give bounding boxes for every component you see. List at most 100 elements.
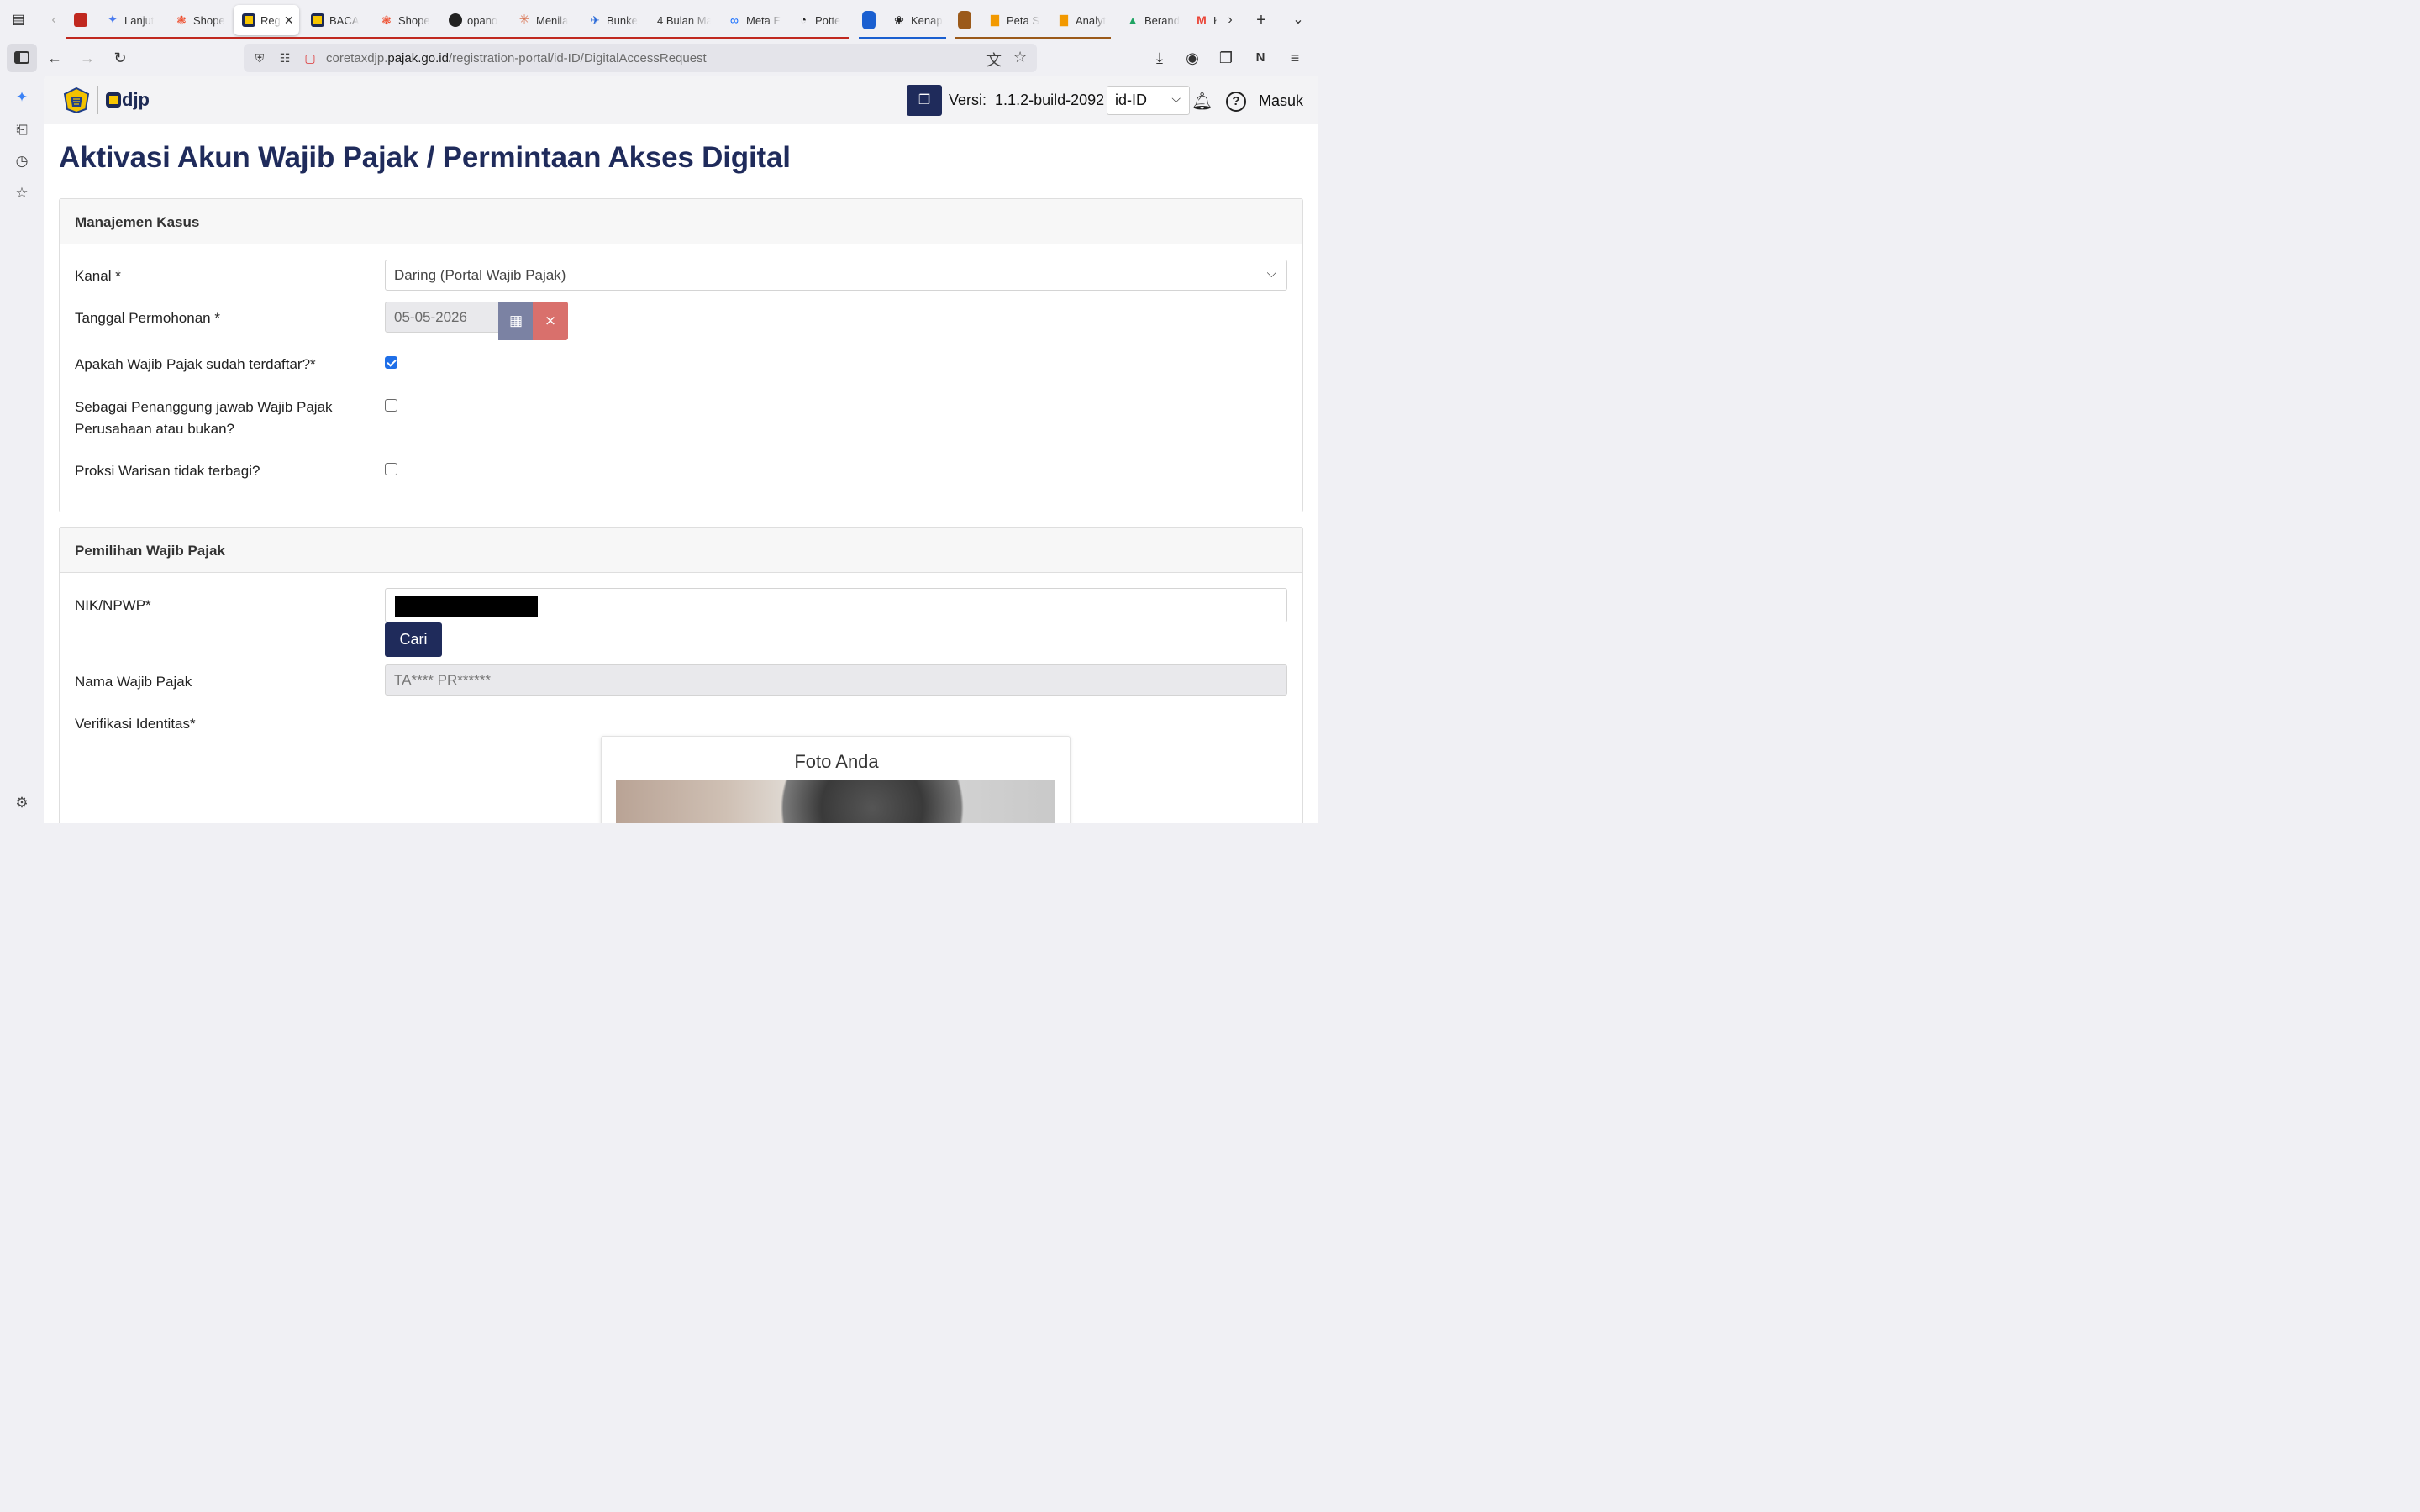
github-icon bbox=[449, 13, 462, 27]
tab-7[interactable]: ✳ Menila bbox=[509, 5, 573, 35]
potter-icon: ◔ bbox=[800, 13, 807, 26]
penanggung-jawab-label: Sebagai Penanggung jawab Wajib Pajak Peru… bbox=[75, 399, 333, 437]
tab-group-underline-blue bbox=[859, 37, 946, 39]
navigation-bar: ← → ↻ ⛨ ☷ ▢ coretaxdjp.pajak.go.id/regis… bbox=[0, 40, 1318, 76]
login-link[interactable]: Masuk bbox=[1259, 92, 1303, 110]
ai-sparkle-icon[interactable]: ✦ bbox=[12, 87, 32, 108]
copy-button[interactable]: ❐ bbox=[907, 85, 942, 116]
url-text[interactable]: coretaxdjp.pajak.go.id/registration-port… bbox=[326, 51, 707, 66]
tab-17[interactable]: ▲ Berand bbox=[1118, 5, 1183, 35]
extension-circle-icon[interactable]: ◉ bbox=[1181, 47, 1203, 69]
case-management-heading: Manajemen Kasus bbox=[60, 199, 1302, 244]
tab-14[interactable] bbox=[950, 5, 983, 35]
language-select[interactable]: id-ID ⌵ bbox=[1107, 86, 1190, 115]
blue-square-icon bbox=[862, 11, 876, 29]
filter-clear-icon: ⨯ bbox=[544, 312, 557, 328]
kanal-label: Kanal * bbox=[75, 268, 121, 284]
app-header: djp ❐ Versi: 1.1.2-build-2092 id-ID ⌵ 🔔︎ … bbox=[44, 76, 1318, 124]
tab-11[interactable]: ◔ Potte bbox=[788, 5, 850, 35]
permissions-icon[interactable]: ☷ bbox=[276, 51, 294, 66]
tab-2[interactable]: ❃ Shope bbox=[166, 5, 227, 35]
tab-0[interactable] bbox=[66, 5, 96, 35]
extensions-puzzle-icon[interactable]: ❐ bbox=[1215, 47, 1237, 69]
tab-12[interactable] bbox=[854, 5, 887, 35]
shield-icon[interactable]: ⛨ bbox=[250, 51, 269, 66]
calendar-button[interactable]: ▦ bbox=[498, 302, 534, 340]
tab-4[interactable]: BACA bbox=[302, 5, 366, 35]
photo-title: Foto Anda bbox=[794, 751, 879, 772]
shopee-icon: ❃ bbox=[381, 13, 392, 27]
notion-icon[interactable]: N bbox=[1249, 47, 1271, 69]
tab-scroll-right-icon[interactable]: › bbox=[1222, 12, 1239, 29]
drive-icon: ▲ bbox=[1127, 13, 1139, 27]
close-tab-icon[interactable]: ✕ bbox=[284, 13, 294, 28]
bookmark-star-icon[interactable]: ☆ bbox=[1013, 49, 1027, 66]
camera-blocked-icon[interactable]: ▢ bbox=[301, 51, 319, 66]
browser-sidebar: ✦ ⎗ ◷ ☆ ⚙ bbox=[0, 76, 44, 823]
redacted-value bbox=[395, 596, 538, 617]
user-photo bbox=[616, 780, 1055, 823]
bunker-icon: ✈ bbox=[590, 13, 600, 27]
nik-npwp-input[interactable] bbox=[385, 588, 1287, 622]
notification-bell-icon[interactable]: 🔔︎ bbox=[1192, 91, 1213, 112]
djp-logo-square-icon bbox=[106, 92, 121, 108]
analytics-icon: ▇ bbox=[991, 13, 999, 26]
url-bar[interactable]: ⛨ ☷ ▢ coretaxdjp.pajak.go.id/registratio… bbox=[244, 44, 1037, 72]
version-info: Versi: 1.1.2-build-2092 bbox=[949, 92, 1105, 108]
tab-overview-icon[interactable]: ▤ bbox=[10, 12, 27, 29]
translate-icon[interactable]: 文 bbox=[986, 49, 1002, 71]
red-square-icon bbox=[74, 13, 87, 27]
back-icon[interactable]: ← bbox=[44, 47, 66, 69]
tab-15[interactable]: ▇ Peta S bbox=[980, 5, 1044, 35]
meta-icon: ∞ bbox=[730, 13, 739, 27]
list-tabs-chevron-icon[interactable]: ⌄ bbox=[1290, 12, 1307, 29]
taxpayer-selection-heading: Pemilihan Wajib Pajak bbox=[60, 528, 1302, 573]
djp-logo: djp bbox=[106, 89, 150, 111]
bookmarks-star-icon[interactable]: ☆ bbox=[12, 183, 32, 203]
proksi-warisan-checkbox[interactable] bbox=[385, 463, 397, 475]
nama-wajib-pajak-field: TA**** PR****** bbox=[385, 664, 1287, 696]
chevron-down-icon: ⌵ bbox=[1171, 92, 1181, 105]
history-icon[interactable]: ◷ bbox=[12, 151, 32, 171]
tab-9[interactable]: 4 Bulan Ma bbox=[649, 5, 711, 35]
downloads-icon[interactable]: ⤓ bbox=[1149, 47, 1171, 69]
settings-gear-icon[interactable]: ⚙ bbox=[12, 793, 32, 813]
copy-icon: ❐ bbox=[918, 93, 931, 108]
tanggal-permohonan-input[interactable]: 05-05-2026 bbox=[385, 302, 499, 333]
page-title: Aktivasi Akun Wajib Pajak / Permintaan A… bbox=[59, 141, 791, 174]
sidebar-toggle-icon[interactable] bbox=[7, 44, 37, 72]
penanggung-jawab-checkbox[interactable] bbox=[385, 399, 397, 412]
new-tab-icon[interactable]: + bbox=[1253, 12, 1270, 29]
tab-strip: ▤ ‹ ✦ Lanjut ❃ Shope Reg ✕ BACA ❃ Shope opan… bbox=[0, 0, 1318, 40]
tab-16[interactable]: ▇ Analyt bbox=[1049, 5, 1113, 35]
tab-13[interactable]: ❀ Kenap bbox=[884, 5, 948, 35]
menu-icon[interactable]: ≡ bbox=[1284, 47, 1306, 69]
clear-filter-button[interactable]: ⨯ bbox=[533, 302, 568, 340]
tab-8[interactable]: ✈ Bunke bbox=[580, 5, 642, 35]
gemini-sparkle-icon: ✦ bbox=[107, 13, 118, 27]
synced-tabs-icon[interactable]: ⎗ bbox=[12, 119, 32, 139]
verifikasi-identitas-label: Verifikasi Identitas* bbox=[75, 716, 196, 732]
nik-npwp-label: NIK/NPWP* bbox=[75, 597, 151, 613]
chevron-down-icon: ⌵ bbox=[1266, 266, 1276, 281]
kanal-select[interactable]: Daring (Portal Wajib Pajak) ⌵ bbox=[385, 260, 1287, 291]
proksi-warisan-label: Proksi Warisan tidak terbagi? bbox=[75, 463, 260, 479]
tab-10[interactable]: ∞ Meta E bbox=[719, 5, 781, 35]
tab-group-underline-red bbox=[66, 37, 849, 39]
gmail-icon: M bbox=[1197, 13, 1207, 27]
brown-square-icon bbox=[958, 11, 971, 29]
forward-icon[interactable]: → bbox=[76, 47, 98, 69]
coretax-icon bbox=[242, 13, 255, 27]
tab-1[interactable]: ✦ Lanjut bbox=[97, 5, 161, 35]
photo-card: Foto Anda bbox=[601, 736, 1071, 823]
tab-3-active[interactable]: Reg ✕ bbox=[234, 5, 299, 35]
help-icon[interactable]: ? bbox=[1226, 92, 1246, 112]
reload-icon[interactable]: ↻ bbox=[109, 47, 131, 69]
tab-18[interactable]: MK bbox=[1186, 5, 1217, 35]
tab-group-underline-brown bbox=[955, 37, 1111, 39]
terdaftar-checkbox[interactable] bbox=[385, 356, 397, 369]
tab-6[interactable]: opano bbox=[440, 5, 502, 35]
cari-button[interactable]: Cari bbox=[385, 622, 442, 657]
tab-scroll-left-icon[interactable]: ‹ bbox=[45, 12, 62, 29]
tab-5[interactable]: ❃ Shope bbox=[371, 5, 434, 35]
